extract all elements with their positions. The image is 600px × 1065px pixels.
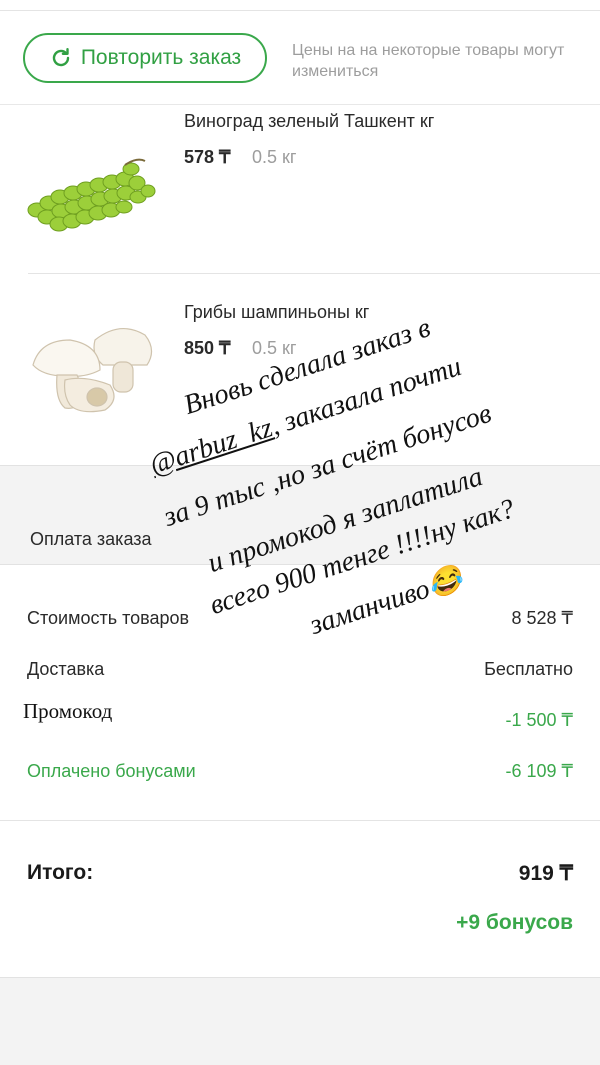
header-divider <box>0 104 600 105</box>
price-change-note: Цены на на некоторые товары могут измени… <box>292 42 565 80</box>
bonus-earned: +9 бонусов <box>456 911 573 934</box>
delivery-value: Бесплатно <box>484 659 573 679</box>
refresh-icon <box>52 48 70 67</box>
bonus-paid-label: Оплачено бонусами <box>27 761 196 781</box>
bonus-paid-value: -6 109 ₸ <box>505 761 574 781</box>
delivery-label: Доставка <box>27 659 105 679</box>
bottom-band <box>0 977 600 1065</box>
item-divider <box>28 273 600 274</box>
total-label: Итого: <box>27 861 94 884</box>
repeat-order-button[interactable]: Повторить заказ <box>23 33 267 83</box>
promo-code-value: -1 500 ₸ <box>505 710 574 730</box>
total-value: 919 ₸ <box>518 862 573 885</box>
grapes-image <box>25 155 160 245</box>
top-divider <box>0 10 600 11</box>
product-price: 578 ₸ <box>184 147 231 167</box>
total-divider <box>0 820 600 821</box>
handwritten-caption: Вновь сделала заказ в @arbuz_kz, заказал… <box>118 290 598 641</box>
promo-code-label: Промокод <box>23 699 113 723</box>
product-weight: 0.5 кг <box>252 147 297 167</box>
caption-mention: @arbuz_kz <box>146 412 277 482</box>
repeat-order-label: Повторить заказ <box>80 46 242 69</box>
product-name: Виноград зеленый Ташкент кг <box>184 111 435 131</box>
